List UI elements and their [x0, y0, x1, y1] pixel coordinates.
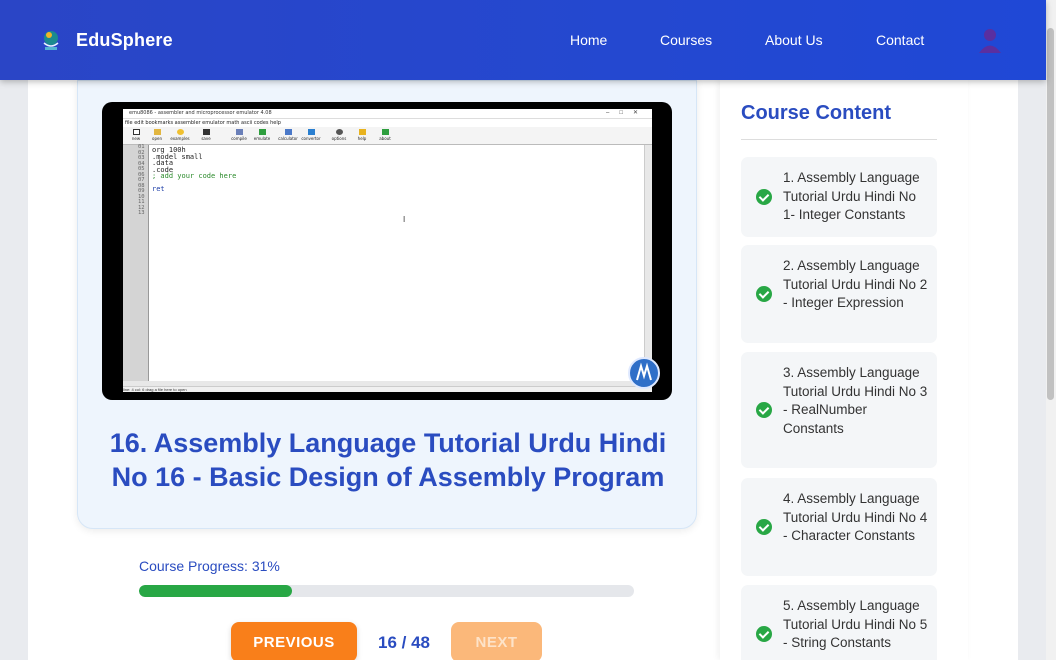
- check-circle-icon: [756, 626, 772, 642]
- lesson-title: 16. Assembly Language Tutorial Urdu Hind…: [109, 428, 667, 492]
- previous-button[interactable]: PREVIOUS: [231, 622, 357, 660]
- editor-status-bar: line: 4 col: 6 drag a file here to open: [123, 386, 652, 392]
- course-item-1[interactable]: 1. Assembly Language Tutorial Urdu Hindi…: [741, 157, 937, 237]
- toolbar-help-icon: help: [351, 128, 373, 144]
- top-navbar: EduSphere Home Courses About Us Contact: [0, 0, 1046, 80]
- nav-home-link[interactable]: Home: [570, 32, 607, 48]
- sidebar-divider: [741, 139, 937, 140]
- course-item-5[interactable]: 5. Assembly Language Tutorial Urdu Hindi…: [741, 585, 937, 660]
- emulator-window-title: emu8086 - assembler and microprocessor e…: [123, 109, 652, 119]
- check-circle-icon: [756, 286, 772, 302]
- toolbar-compile-icon: compile: [228, 128, 250, 144]
- course-item-2[interactable]: 2. Assembly Language Tutorial Urdu Hindi…: [741, 245, 937, 343]
- check-circle-icon: [756, 189, 772, 205]
- editor-code: org 100h .model small .data .code; add your…: [152, 146, 237, 193]
- course-progress-bar: [139, 585, 634, 597]
- nav-contact-link[interactable]: Contact: [876, 32, 924, 48]
- channel-watermark-icon: [628, 357, 660, 389]
- editor-line-numbers: 01 02 03 04 05 06 07 08 09 10 11 12 13: [138, 144, 145, 216]
- toolbar-emulate-icon: emulate: [251, 128, 273, 144]
- brand-name[interactable]: EduSphere: [76, 30, 173, 51]
- toolbar-about-icon: about: [374, 128, 396, 144]
- editor-vertical-scrollbar: [644, 145, 652, 381]
- toolbar-examples-icon: examples: [169, 128, 191, 144]
- emulator-toolbar: new open examples save compile emulate c…: [123, 127, 652, 145]
- code-editor: 01 02 03 04 05 06 07 08 09 10 11 12 13 org 100h.…: [123, 144, 644, 381]
- text-cursor-icon: I: [403, 215, 406, 224]
- course-item-label: 5. Assembly Language Tutorial Urdu Hindi…: [783, 598, 928, 650]
- video-frame: emu8086 - assembler and microprocessor e…: [123, 109, 652, 392]
- course-content-title: Course Content: [741, 102, 891, 124]
- nav-courses-link[interactable]: Courses: [660, 32, 712, 48]
- toolbar-new-icon: new: [125, 128, 147, 144]
- check-circle-icon: [756, 402, 772, 418]
- course-item-label: 4. Assembly Language Tutorial Urdu Hindi…: [783, 491, 928, 543]
- next-button[interactable]: NEXT: [451, 622, 542, 660]
- course-progress-label: Course Progress: 31%: [139, 558, 280, 574]
- course-item-label: 3. Assembly Language Tutorial Urdu Hindi…: [783, 365, 928, 436]
- lesson-position: 16 / 48: [378, 633, 430, 652]
- toolbar-open-icon: open: [146, 128, 168, 144]
- window-controls-icon: –□✕: [606, 110, 648, 116]
- course-item-label: 2. Assembly Language Tutorial Urdu Hindi…: [783, 258, 928, 310]
- check-circle-icon: [756, 519, 772, 535]
- toolbar-calculator-icon: calculator: [277, 128, 299, 144]
- emulator-menubar: file edit bookmarks assembler emulator m…: [125, 120, 281, 126]
- course-item-4[interactable]: 4. Assembly Language Tutorial Urdu Hindi…: [741, 478, 937, 576]
- nav-about-us-link[interactable]: About Us: [765, 32, 823, 48]
- brand-logo-icon[interactable]: [38, 27, 64, 53]
- toolbar-save-icon: save: [195, 128, 217, 144]
- video-player[interactable]: emu8086 - assembler and microprocessor e…: [102, 102, 672, 400]
- course-item-3[interactable]: 3. Assembly Language Tutorial Urdu Hindi…: [741, 352, 937, 468]
- course-progress-fill: [139, 585, 293, 597]
- toolbar-convertor-icon: convertor: [300, 128, 322, 144]
- page-scrollbar-thumb[interactable]: [1047, 28, 1054, 400]
- course-item-label: 1. Assembly Language Tutorial Urdu Hindi…: [783, 170, 920, 222]
- user-avatar-icon[interactable]: [976, 26, 1004, 54]
- toolbar-options-icon: options: [328, 128, 350, 144]
